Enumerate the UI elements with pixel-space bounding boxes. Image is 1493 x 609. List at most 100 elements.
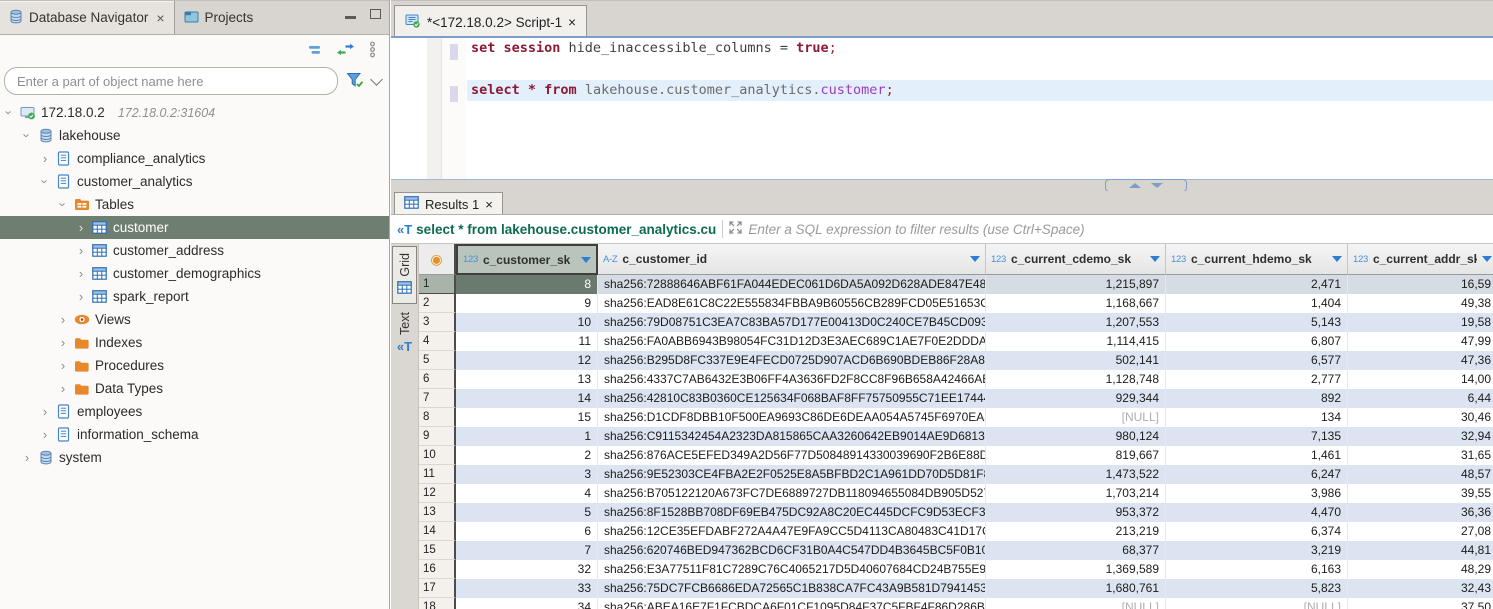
results-filter-input[interactable]: Enter a SQL expression to filter results… [748,222,1084,237]
collapse-icon[interactable]: › [20,131,35,141]
cell-c_current_cdemo_sk[interactable]: 213,219 [986,522,1166,541]
table-row[interactable]: 411sha256:FA0ABB6943B98054FC31D12D3E3AEC… [419,332,1493,351]
cell-c_customer_id[interactable]: sha256:FA0ABB6943B98054FC31D12D3E3AEC689… [598,332,986,351]
column-menu-icon[interactable] [1332,256,1342,262]
cell-c_current_hdemo_sk[interactable]: 5,823 [1166,579,1348,598]
cell-c_customer_sk[interactable]: 15 [456,408,598,427]
cell-c_current_cdemo_sk[interactable]: 953,372 [986,503,1166,522]
table-row[interactable]: 18sha256:72888646ABF61FA044EDEC061D6DA5A… [419,275,1493,294]
cell-c_customer_id[interactable]: sha256:876ACE5EFED349A2D56F77D5084891433… [598,446,986,465]
collapse-icon[interactable]: › [38,177,53,187]
cell-c_customer_id[interactable]: sha256:8F1528BB708DF69EB475DC92A8C20EC44… [598,503,986,522]
cell-c_current_addr_sk[interactable]: 30,46 [1348,408,1493,427]
cell-c_customer_id[interactable]: sha256:B295D8FC337E9E4FECD0725D907ACD6B6… [598,351,986,370]
expand-icon[interactable]: › [40,427,50,442]
expand-icon[interactable]: › [58,335,68,350]
cell-c_customer_id[interactable]: sha256:42810C83B0360CE125634F068BAF8FF75… [598,389,986,408]
column-menu-icon[interactable] [1482,256,1492,262]
cell-c_current_addr_sk[interactable]: 31,65 [1348,446,1493,465]
row-number[interactable]: 3 [419,313,456,332]
row-number[interactable]: 2 [419,294,456,313]
cell-c_current_addr_sk[interactable]: 48,29 [1348,560,1493,579]
cell-c_current_addr_sk[interactable]: 48,57 [1348,465,1493,484]
column-menu-icon[interactable] [970,256,980,262]
cell-c_current_hdemo_sk[interactable]: 7,135 [1166,427,1348,446]
cell-c_customer_id[interactable]: sha256:12CE35EFDABF272A4A47E9FA9CC5D4113… [598,522,986,541]
cell-c_current_hdemo_sk[interactable]: 2,777 [1166,370,1348,389]
row-number[interactable]: 14 [419,522,456,541]
cell-c_current_cdemo_sk[interactable]: 502,141 [986,351,1166,370]
tree-item-lakehouse[interactable]: ›lakehouse [0,124,389,147]
cell-c_current_hdemo_sk[interactable]: 3,219 [1166,541,1348,560]
cell-c_customer_id[interactable]: sha256:ABEA16E7F1FCBDCA6F01CF1095D84F37C… [598,598,986,609]
table-row[interactable]: 310sha256:79D08751C3EA7C83BA57D177E00413… [419,313,1493,332]
cell-c_customer_id[interactable]: sha256:4337C7AB6432E3B06FF4A3636FD2F8CC8… [598,370,986,389]
tree-item-system[interactable]: ›system [0,446,389,469]
cell-c_customer_sk[interactable]: 3 [456,465,598,484]
cell-c_customer_sk[interactable]: 7 [456,541,598,560]
overflow-menu-icon[interactable] [368,41,377,61]
tree-item-spark_report[interactable]: ›spark_report [0,285,389,308]
expand-icon[interactable]: › [40,404,50,419]
sql-line-2[interactable] [467,59,1493,80]
cell-c_customer_sk[interactable]: 33 [456,579,598,598]
object-filter-input[interactable] [4,67,338,95]
expand-icon[interactable]: › [58,381,68,396]
table-row[interactable]: 512sha256:B295D8FC337E9E4FECD0725D907ACD… [419,351,1493,370]
tree-item-employees[interactable]: ›employees [0,400,389,423]
row-number[interactable]: 1 [419,275,456,294]
cell-c_customer_id[interactable]: sha256:620746BED947362BCD6CF31B0A4C547DD… [598,541,986,560]
row-number[interactable]: 7 [419,389,456,408]
cell-c_customer_sk[interactable]: 32 [456,560,598,579]
cell-c_customer_id[interactable]: sha256:9E52303CE4FBA2E2F0525E8A5BFBD2C1A… [598,465,986,484]
cell-c_current_hdemo_sk[interactable]: 6,807 [1166,332,1348,351]
cell-c_customer_sk[interactable]: 12 [456,351,598,370]
sql-line-3[interactable]: select * from lakehouse.customer_analyti… [467,80,1493,101]
cell-c_current_cdemo_sk[interactable]: 1,128,748 [986,370,1166,389]
row-number[interactable]: 5 [419,351,456,370]
cell-c_current_cdemo_sk[interactable]: 1,114,415 [986,332,1166,351]
cell-c_current_hdemo_sk[interactable]: 2,471 [1166,275,1348,294]
cell-c_customer_sk[interactable]: 10 [456,313,598,332]
row-number[interactable]: 17 [419,579,456,598]
tree-item-Indexes[interactable]: ›Indexes [0,331,389,354]
cell-c_current_addr_sk[interactable]: 27,08 [1348,522,1493,541]
row-number[interactable]: 6 [419,370,456,389]
cell-c_current_addr_sk[interactable]: 47,99 [1348,332,1493,351]
tree-item-information_schema[interactable]: ›information_schema [0,423,389,446]
table-row[interactable]: 613sha256:4337C7AB6432E3B06FF4A3636FD2F8… [419,370,1493,389]
tree-item-customer_demographics[interactable]: ›customer_demographics [0,262,389,285]
cell-c_current_cdemo_sk[interactable]: 1,680,761 [986,579,1166,598]
cell-c_customer_sk[interactable]: 9 [456,294,598,313]
cell-c_customer_sk[interactable]: 1 [456,427,598,446]
cell-c_current_hdemo_sk[interactable]: 6,577 [1166,351,1348,370]
cell-c_current_cdemo_sk[interactable]: 1,369,589 [986,560,1166,579]
table-row[interactable]: 146sha256:12CE35EFDABF272A4A47E9FA9CC5D4… [419,522,1493,541]
cell-c_current_addr_sk[interactable]: 19,58 [1348,313,1493,332]
table-row[interactable]: 102sha256:876ACE5EFED349A2D56F77D5084891… [419,446,1493,465]
table-row[interactable]: 1733sha256:75DC7FCB6686EDA72565C1B838CA7… [419,579,1493,598]
collapse-icon[interactable]: › [2,108,17,118]
column-header-c_current_cdemo_sk[interactable]: 123c_current_cdemo_sk [986,244,1166,275]
cell-c_customer_id[interactable]: sha256:E3A77511F81C7289C76C4065217D5D406… [598,560,986,579]
table-row[interactable]: 135sha256:8F1528BB708DF69EB475DC92A8C20E… [419,503,1493,522]
cell-c_customer_id[interactable]: sha256:79D08751C3EA7C83BA57D177E00413D0C… [598,313,986,332]
row-number[interactable]: 9 [419,427,456,446]
column-header-c_current_hdemo_sk[interactable]: 123c_current_hdemo_sk [1166,244,1348,275]
cell-c_current_hdemo_sk[interactable]: 6,247 [1166,465,1348,484]
table-row[interactable]: 113sha256:9E52303CE4FBA2E2F0525E8A5BFBD2… [419,465,1493,484]
cell-c_current_addr_sk[interactable]: 49,38 [1348,294,1493,313]
cell-c_customer_sk[interactable]: 5 [456,503,598,522]
cell-c_current_cdemo_sk[interactable]: [NULL] [986,408,1166,427]
tree-item-customer[interactable]: ›customer [0,216,389,239]
table-row[interactable]: 714sha256:42810C83B0360CE125634F068BAF8F… [419,389,1493,408]
row-number[interactable]: 11 [419,465,456,484]
column-header-c_customer_sk[interactable]: 123c_customer_sk [456,244,598,275]
cell-c_customer_sk[interactable]: 13 [456,370,598,389]
tree-item-Data Types[interactable]: ›Data Types [0,377,389,400]
cell-c_current_addr_sk[interactable]: 44,81 [1348,541,1493,560]
expand-icon[interactable]: › [22,450,32,465]
collapse-all-icon[interactable] [307,44,323,59]
row-number[interactable]: 18 [419,598,456,609]
cell-c_current_addr_sk[interactable]: 36,36 [1348,503,1493,522]
